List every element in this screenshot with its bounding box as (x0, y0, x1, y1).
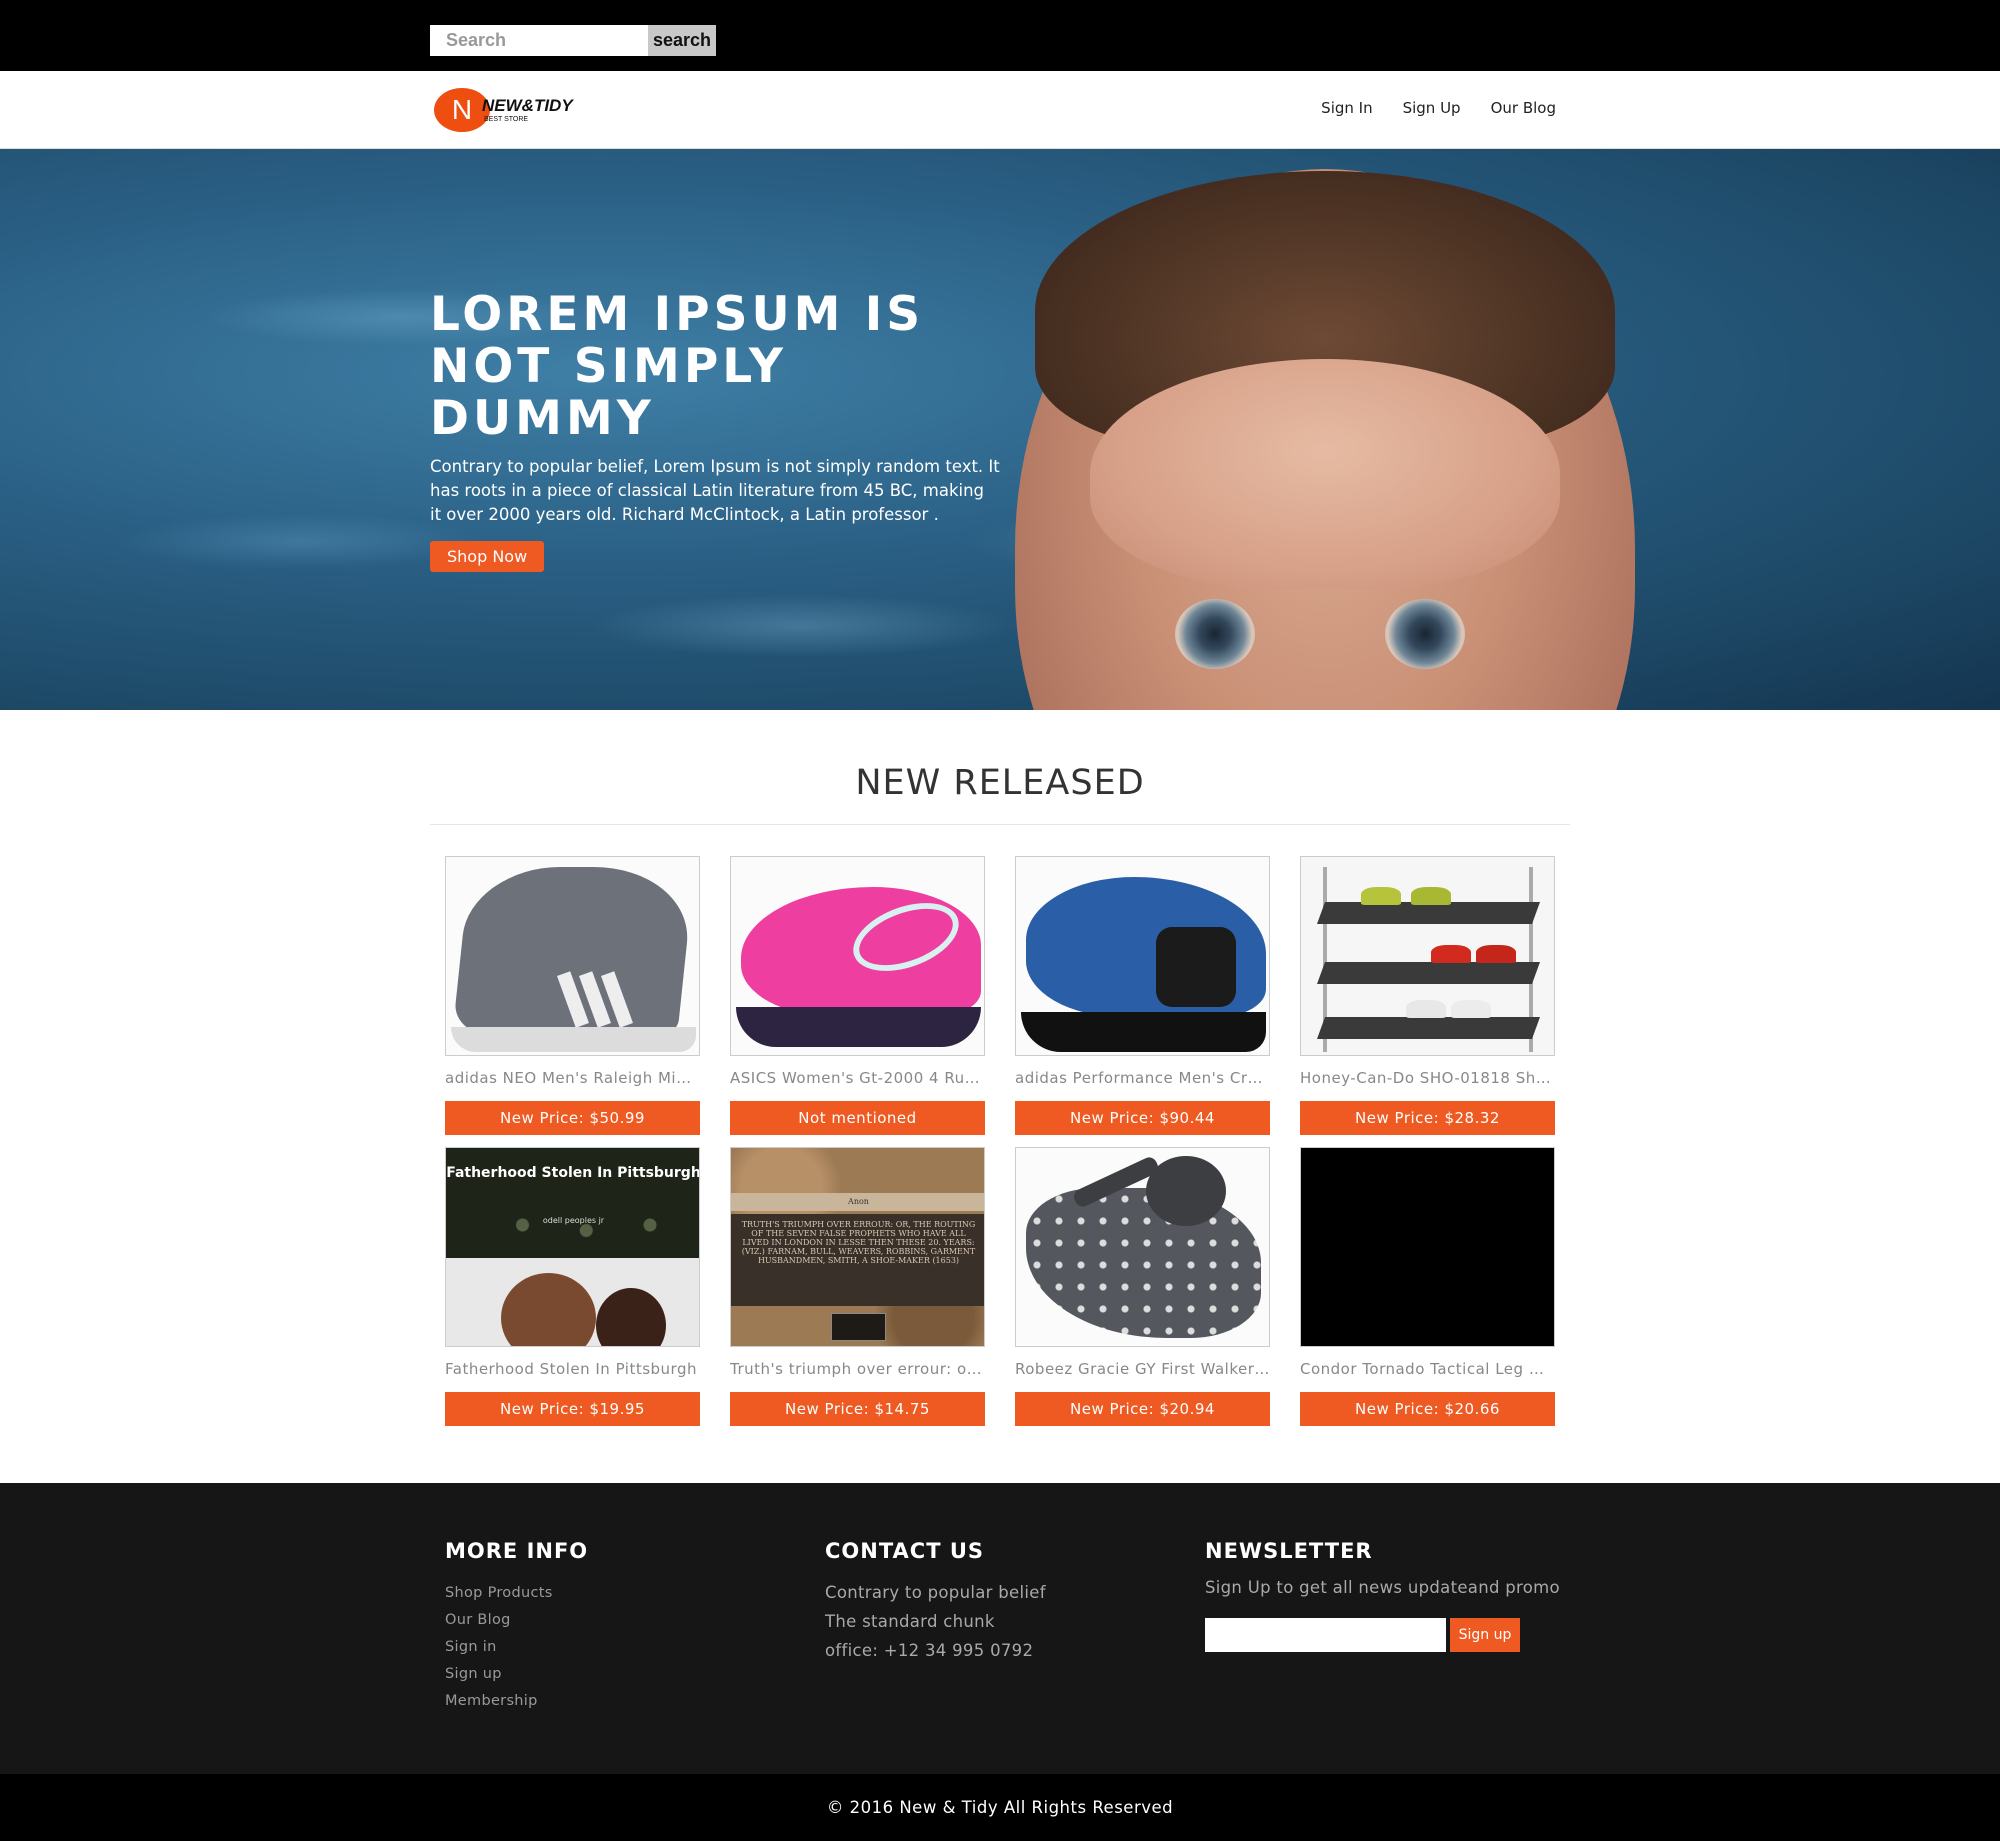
newsletter-text: Sign Up to get all news updateand promo (1205, 1578, 1560, 1597)
product-image[interactable] (445, 856, 700, 1056)
product-image[interactable] (1015, 856, 1270, 1056)
product-card[interactable]: Fatherhood Stolen In Pittsburgh odell pe… (445, 1147, 700, 1426)
hero-image-eye (1385, 599, 1465, 669)
footer-link-sign-in[interactable]: Sign in (445, 1634, 588, 1661)
section-divider (430, 824, 1570, 825)
product-price-button[interactable]: New Price: $14.75 (730, 1392, 985, 1426)
product-card[interactable]: adidas NEO Men's Raleigh Mid Casual Snea… (445, 856, 700, 1135)
site-header: N NEW&TIDY BEST STORE Sign In Sign Up Ou… (0, 71, 2000, 149)
logo[interactable]: N NEW&TIDY BEST STORE (434, 88, 573, 132)
search-input[interactable] (430, 25, 648, 56)
hero-text: Contrary to popular belief, Lorem Ipsum … (430, 457, 1000, 524)
hero-background (0, 149, 2000, 710)
product-title[interactable]: Condor Tornado Tactical Leg Holster (1300, 1360, 1555, 1378)
product-card[interactable]: ASICS Women's Gt-2000 4 Running Shoe Not… (730, 856, 985, 1135)
product-price-button[interactable]: Not mentioned (730, 1101, 985, 1135)
product-title[interactable]: Truth's triumph over errour: or, The rou… (730, 1360, 985, 1378)
product-title[interactable]: Fatherhood Stolen In Pittsburgh (445, 1360, 700, 1378)
product-price-button[interactable]: New Price: $50.99 (445, 1101, 700, 1135)
search-button[interactable]: search (648, 25, 716, 56)
product-image[interactable] (1015, 1147, 1270, 1347)
product-image[interactable]: Fatherhood Stolen In Pittsburgh odell pe… (445, 1147, 700, 1347)
main-nav: Sign In Sign Up Our Blog (1321, 99, 1556, 117)
hero-image-forehead (1090, 359, 1560, 589)
product-card[interactable]: Robeez Gracie GY First Walker Shoe New P… (1015, 1147, 1270, 1426)
hero-image-eye (1175, 599, 1255, 669)
footer-heading: NEWSLETTER (1205, 1539, 1373, 1563)
shop-now-button[interactable]: Shop Now (430, 541, 545, 572)
product-title[interactable]: Honey-Can-Do SHO-01818 Shoe Rack (1300, 1069, 1555, 1087)
product-image[interactable] (730, 856, 985, 1056)
footer-link-our-blog[interactable]: Our Blog (445, 1607, 588, 1634)
site-footer: MORE INFO Shop Products Our Blog Sign in… (0, 1483, 2000, 1774)
top-search-bar: search (0, 0, 2000, 71)
product-image[interactable]: Anon TRUTH'S TRIUMPH OVER ERROUR: OR, TH… (730, 1147, 985, 1347)
footer-link-sign-up[interactable]: Sign up (445, 1661, 588, 1688)
contact-phone: office: +12 34 995 0792 (825, 1641, 1034, 1660)
newsletter-signup-button[interactable]: Sign up (1450, 1618, 1520, 1652)
product-card[interactable]: Condor Tornado Tactical Leg Holster New … (1300, 1147, 1555, 1426)
product-price-button[interactable]: New Price: $28.32 (1300, 1101, 1555, 1135)
nav-sign-in[interactable]: Sign In (1321, 99, 1372, 117)
product-image[interactable] (1300, 856, 1555, 1056)
product-card[interactable]: adidas Performance Men's Crazy Time Bask… (1015, 856, 1270, 1135)
copyright-bar: © 2016 New & Tidy All Rights Reserved (0, 1774, 2000, 1841)
book-cover-author: odell peoples jr (542, 1216, 605, 1225)
book-cover-title: TRUTH'S TRIUMPH OVER ERROUR: OR, THE ROU… (741, 1220, 976, 1265)
footer-heading: CONTACT US (825, 1539, 985, 1563)
nav-our-blog[interactable]: Our Blog (1491, 99, 1556, 117)
product-price-button[interactable]: New Price: $20.66 (1300, 1392, 1555, 1426)
book-cover-author: Anon (848, 1197, 869, 1206)
product-title[interactable]: ASICS Women's Gt-2000 4 Running Shoe (730, 1069, 985, 1087)
product-title[interactable]: Robeez Gracie GY First Walker Shoe (1015, 1360, 1270, 1378)
product-title[interactable]: adidas Performance Men's Crazy Time Bask… (1015, 1069, 1270, 1087)
logo-name: NEW&TIDY (482, 96, 573, 115)
footer-link-membership[interactable]: Membership (445, 1688, 588, 1715)
section-title-new-released: NEW RELEASED (855, 763, 1145, 803)
product-card[interactable]: Honey-Can-Do SHO-01818 Shoe Rack New Pri… (1300, 856, 1555, 1135)
hero-title: LOREM IPSUM IS NOT SIMPLY DUMMY (430, 287, 925, 446)
product-price-button[interactable]: New Price: $90.44 (1015, 1101, 1270, 1135)
hero-content: LOREM IPSUM IS NOT SIMPLY DUMMY Contrary… (430, 289, 1000, 572)
product-price-button[interactable]: New Price: $19.95 (445, 1392, 700, 1426)
footer-heading: MORE INFO (445, 1539, 589, 1563)
hero-banner: LOREM IPSUM IS NOT SIMPLY DUMMY Contrary… (0, 149, 2000, 710)
product-title[interactable]: adidas NEO Men's Raleigh Mid Casual Snea… (445, 1069, 700, 1087)
logo-text: NEW&TIDY BEST STORE (482, 97, 573, 123)
product-price-button[interactable]: New Price: $20.94 (1015, 1392, 1270, 1426)
newsletter-email-input[interactable] (1205, 1618, 1446, 1652)
contact-line: The standard chunk (825, 1612, 995, 1631)
product-card[interactable]: Anon TRUTH'S TRIUMPH OVER ERROUR: OR, TH… (730, 1147, 985, 1426)
newsletter-form: Sign up (1205, 1618, 1560, 1652)
footer-more-info: MORE INFO Shop Products Our Blog Sign in… (445, 1539, 588, 1715)
copyright-text: © 2016 New & Tidy All Rights Reserved (826, 1798, 1174, 1817)
footer-link-shop-products[interactable]: Shop Products (445, 1580, 588, 1607)
search-form: search (430, 25, 716, 56)
book-cover-title: Fatherhood Stolen In Pittsburgh (446, 1165, 700, 1181)
logo-tagline: BEST STORE (484, 116, 529, 123)
publisher-logo (831, 1313, 886, 1341)
contact-line: Contrary to popular belief (825, 1583, 1046, 1602)
footer-newsletter: NEWSLETTER Sign Up to get all news updat… (1205, 1539, 1560, 1652)
product-image[interactable] (1300, 1147, 1555, 1347)
footer-contact: CONTACT US Contrary to popular belief Th… (825, 1539, 1046, 1665)
nav-sign-up[interactable]: Sign Up (1403, 99, 1461, 117)
